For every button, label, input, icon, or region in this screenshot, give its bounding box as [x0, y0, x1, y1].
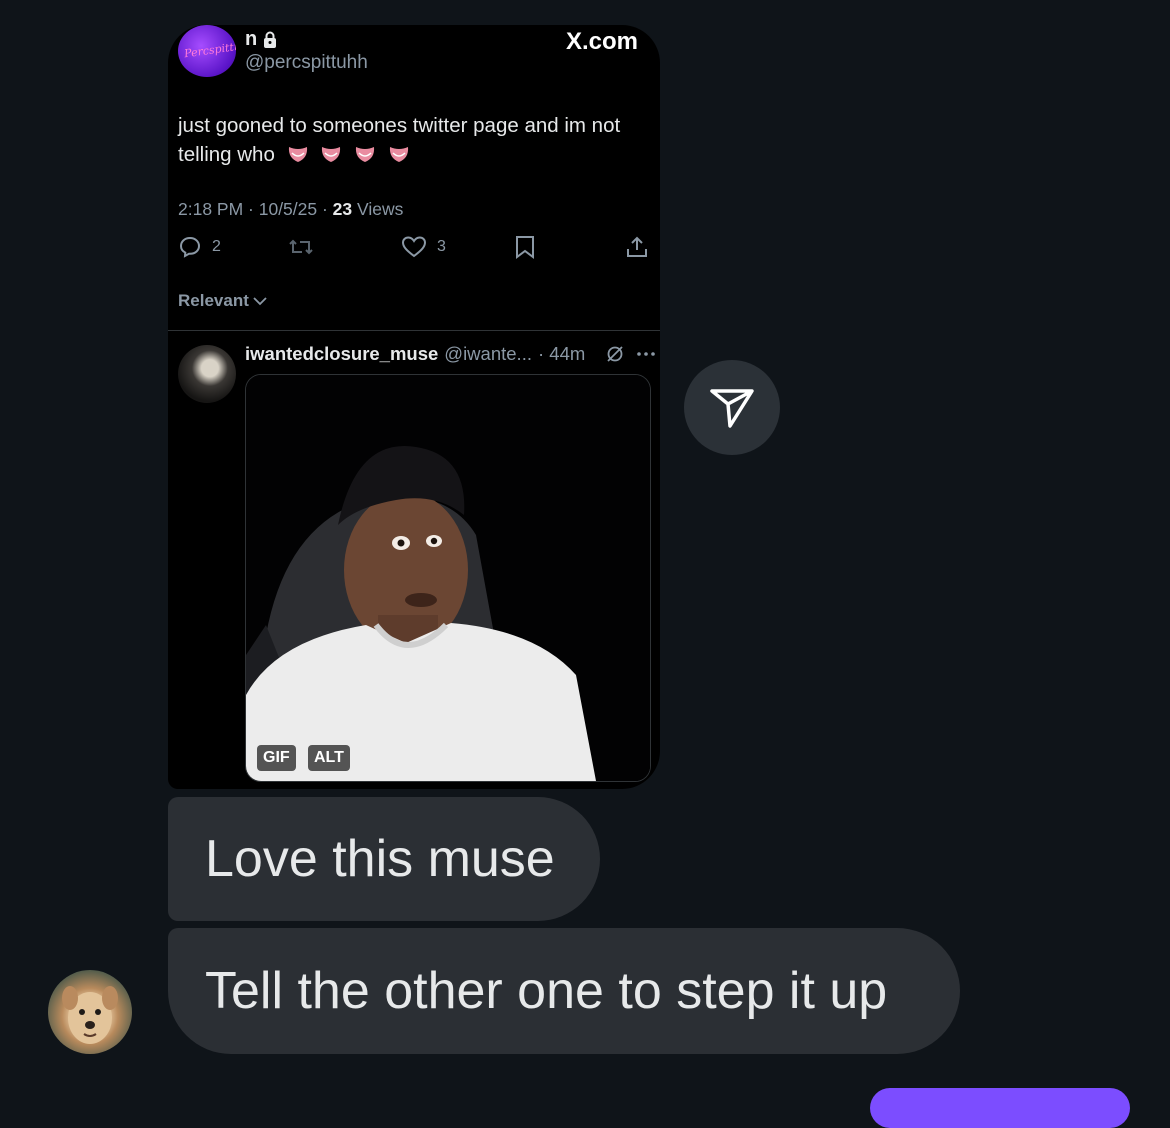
lock-icon: [264, 31, 277, 48]
bookmark-icon: [516, 236, 534, 259]
reply-button[interactable]: 2: [178, 235, 221, 259]
views-count: 23: [332, 199, 353, 219]
sort-label: Relevant: [178, 291, 249, 310]
reply-age: · 44m: [537, 343, 586, 364]
reply-count: 2: [212, 238, 221, 255]
shared-post-card[interactable]: Percspittuh n @percspittuhh X.com just g…: [168, 25, 660, 789]
gif-media[interactable]: GIF ALT: [245, 374, 651, 782]
message-text: Tell the other one to step it up: [205, 962, 888, 1020]
sender-avatar[interactable]: [48, 970, 132, 1054]
source-label[interactable]: X.com: [566, 28, 638, 56]
author-handle: @percspittuhh: [245, 52, 368, 73]
pink-emoji-icon: [355, 147, 375, 162]
bookmark-button[interactable]: [514, 235, 536, 259]
dog-avatar-image: [62, 986, 118, 1044]
pink-emoji-icon: [322, 147, 341, 162]
repost-icon: [289, 239, 313, 255]
avatar-scribble: Percspittuh: [183, 38, 236, 61]
like-count: 3: [437, 238, 446, 255]
author-name-row[interactable]: n: [245, 28, 277, 51]
author-avatar[interactable]: Percspittuh: [178, 25, 236, 77]
alt-badge[interactable]: ALT: [308, 745, 350, 771]
message-bubble[interactable]: Love this muse: [168, 797, 600, 921]
forward-button[interactable]: [684, 360, 780, 455]
message-bubble[interactable]: Tell the other one to step it up: [168, 928, 960, 1054]
grok-icon[interactable]: [605, 344, 625, 364]
divider: [168, 330, 660, 331]
reply-icon: [179, 236, 201, 258]
tweet-text: just gooned to someones twitter page and…: [178, 111, 658, 169]
outgoing-message-bubble[interactable]: [870, 1088, 1130, 1128]
reply-author-name[interactable]: iwantedclosure_muse: [245, 343, 438, 365]
heart-icon: [401, 236, 427, 258]
message-text: Love this muse: [205, 830, 555, 888]
gif-badge: GIF: [257, 745, 296, 771]
reply-avatar[interactable]: [178, 345, 236, 403]
chevron-down-icon: [253, 297, 267, 306]
share-post-button[interactable]: [625, 235, 649, 259]
tweet-meta: 2:18 PM · 10/5/25 · 23 Views: [178, 199, 403, 220]
more-icon[interactable]: [635, 350, 657, 358]
author-name: n: [245, 28, 258, 50]
repost-button[interactable]: [288, 235, 314, 259]
upload-icon: [627, 236, 647, 257]
tweet-actions: 2 3: [168, 235, 660, 269]
tweet-time: 2:18 PM · 10/5/25 ·: [178, 199, 333, 219]
reply-header: iwantedclosure_muse @iwante... · 44m: [245, 343, 657, 365]
pink-emoji-icon: [288, 147, 307, 162]
like-button[interactable]: 3: [401, 235, 446, 259]
send-icon: [710, 388, 754, 428]
gif-image: [246, 375, 650, 781]
sort-relevant-dropdown[interactable]: Relevant: [178, 291, 267, 311]
reply-author-handle: @iwante...: [444, 343, 532, 364]
views-label: Views: [352, 199, 404, 219]
pink-emoji-icon: [389, 147, 408, 162]
